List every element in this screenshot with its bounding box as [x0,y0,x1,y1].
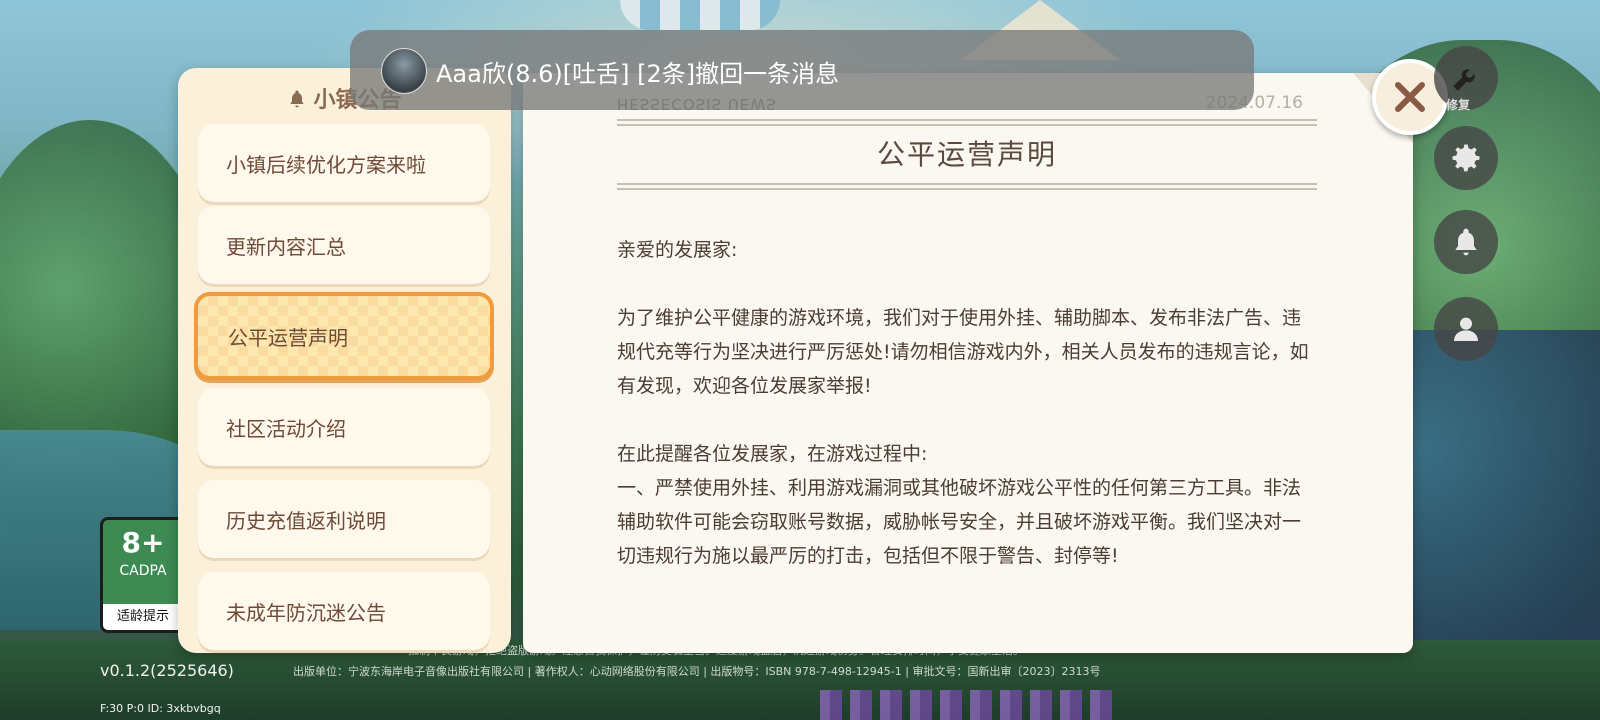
age-rating-hint: 适龄提示 [103,604,183,630]
menu-item-label: 社区活动介绍 [226,416,346,441]
title-rule-top [617,119,1317,121]
message-notification[interactable]: Aaa欣(8.6)[吐舌] [2条]撤回一条消息 [350,30,1254,110]
title-rule-bottom-2 [617,188,1317,190]
age-rating-org: CADPA [119,563,167,579]
notice-body: 亲爱的发展家: 为了维护公平健康的游戏环境，我们对于使用外挂、辅助脚本、发布非法… [617,233,1317,573]
wrench-icon [1453,69,1475,91]
notice-title: 公平运营声明 [876,138,1057,171]
notification-message: Aaa欣(8.6)[吐舌] [2条]撤回一条消息 [436,60,840,88]
menu-item-label: 历史充值返利说明 [226,508,386,533]
age-rating-badge[interactable]: 8+ CADPA 适龄提示 [100,517,186,633]
notification-bell-button[interactable] [1434,210,1498,274]
bell-icon [290,90,305,108]
settings-button[interactable] [1434,126,1498,190]
notice-document[interactable]: HESSECOSIS UEWS 2024.07.16 公平运营声明 亲爱的发展家… [523,73,1413,653]
close-icon [1395,82,1425,112]
flowers [820,690,1120,720]
menu-item-label: 小镇后续优化方案来啦 [226,152,426,177]
user-icon [1454,317,1478,341]
version-label: v0.1.2(2525646) [100,661,234,680]
menu-item-label: 公平运营声明 [228,325,348,350]
beach-umbrella [620,0,780,30]
notice-greeting: 亲爱的发展家: [617,239,738,261]
age-rating-number: 8+ [121,526,165,559]
menu-item-minor-protection[interactable]: 未成年防沉迷公告 [198,572,490,650]
notice-paragraph-2-item1: 一、严禁使用外挂、利用游戏漏洞或其他破坏游戏公平性的任何第三方工具。非法辅助软件… [617,477,1302,567]
menu-item-update-summary[interactable]: 更新内容汇总 [198,206,490,284]
bell-icon [1455,228,1477,256]
notice-paragraph-2-intro: 在此提醒各位发展家，在游戏过程中: [617,443,928,465]
avatar [381,48,427,94]
announcement-menu-panel: 小镇公告 小镇后续优化方案来啦 更新内容汇总 公平运营声明 社区活动介绍 历史充… [178,68,511,653]
menu-item-recharge-rebate[interactable]: 历史充值返利说明 [198,480,490,558]
title-rule-bottom [617,183,1317,185]
notice-paragraph-1: 为了维护公平健康的游戏环境，我们对于使用外挂、辅助脚本、发布非法广告、违规代充等… [617,307,1309,397]
title-rule-top-2 [617,124,1317,126]
repair-label: 修复 [1446,98,1471,112]
menu-item-community-events[interactable]: 社区活动介绍 [198,388,490,466]
menu-item-fair-operation[interactable]: 公平运营声明 [194,292,494,380]
profile-button[interactable] [1434,297,1498,361]
menu-item-label: 更新内容汇总 [226,234,346,259]
menu-item-optimization-plan[interactable]: 小镇后续优化方案来啦 [198,124,490,202]
gear-icon [1452,144,1480,172]
menu-item-label: 未成年防沉迷公告 [226,600,386,625]
debug-info: F:30 P:0 ID: 3xkbvbgq [100,702,221,715]
legal-notice-line2: 出版单位：宁波东海岸电子音像出版社有限公司 | 著作权人：心动网络股份有限公司 … [293,665,1101,678]
